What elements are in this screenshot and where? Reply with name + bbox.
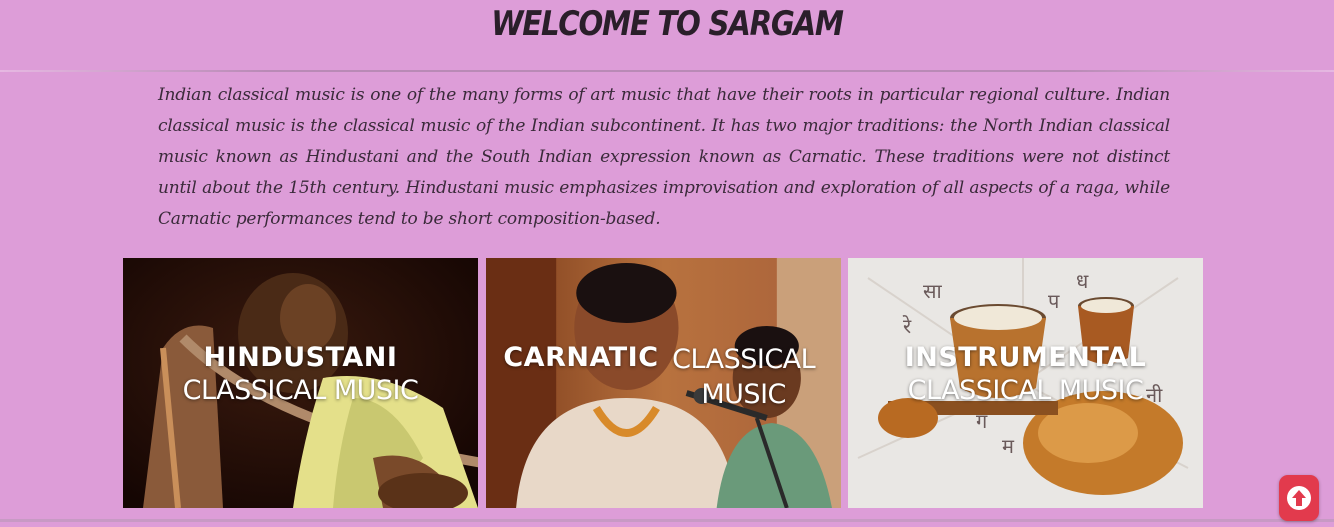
card-title-bold: INSTRUMENTAL [904, 342, 1147, 373]
card-title-bold: HINDUSTANI [203, 342, 398, 373]
card-title-bold: CARNATIC [503, 342, 659, 373]
hindustani-caption: HINDUSTANI CLASSICAL MUSIC [123, 342, 478, 408]
card-title-light: CLASSICAL MUSIC [907, 375, 1144, 406]
footer-divider [0, 519, 1334, 522]
carnatic-caption: CARNATIC CLASSICAL MUSIC [486, 342, 841, 412]
instrumental-card[interactable]: सा रे प ध नी ग म INSTRUMENTAL CLASSICAL … [848, 258, 1203, 508]
carnatic-card[interactable]: CARNATIC CLASSICAL MUSIC [486, 258, 841, 508]
ga-label: ग [976, 409, 988, 433]
sa-label: सा [923, 279, 943, 303]
header-divider [0, 70, 1334, 72]
scroll-to-top-button[interactable] [1279, 475, 1319, 521]
hindustani-card[interactable]: HINDUSTANI CLASSICAL MUSIC [123, 258, 478, 508]
card-title-light: CLASSICAL MUSIC [182, 375, 419, 406]
dha-label: ध [1076, 269, 1089, 293]
page-title: WELCOME TO SARGAM [491, 4, 844, 44]
re-label: रे [902, 314, 912, 338]
arrow-up-icon [1287, 486, 1311, 510]
intro-paragraph: Indian classical music is one of the man… [158, 85, 1170, 229]
card-title-light: CLASSICAL MUSIC [672, 344, 816, 410]
pa-label: प [1048, 289, 1060, 313]
instrumental-caption: INSTRUMENTAL CLASSICAL MUSIC [848, 342, 1203, 408]
ma-label: म [1002, 434, 1015, 458]
